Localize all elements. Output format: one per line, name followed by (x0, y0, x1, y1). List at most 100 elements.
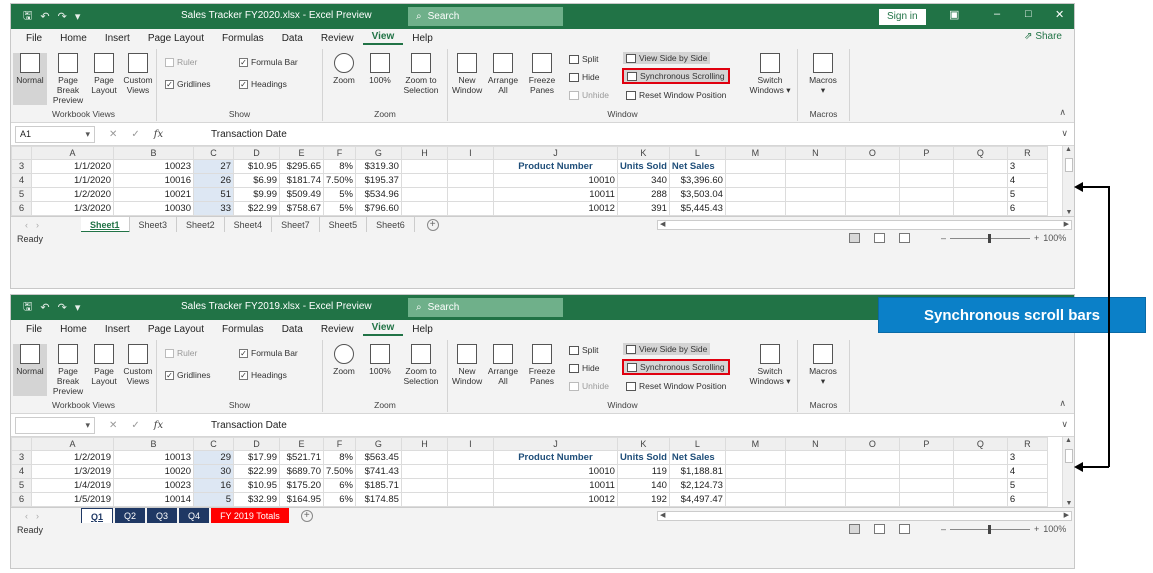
cell-c4[interactable]: 26 (193, 173, 234, 188)
cell-m3[interactable] (724, 450, 786, 465)
zoom-track[interactable] (950, 233, 1031, 243)
zoom-out-icon[interactable]: – (941, 524, 946, 534)
sheet-tab-sheet6[interactable]: Sheet6 (367, 216, 415, 233)
zoom-button[interactable]: Zoom (327, 53, 361, 85)
tab-file[interactable]: File (17, 324, 51, 335)
column-header-f[interactable]: F (323, 146, 356, 160)
cell-l4[interactable]: $3,396.60 (668, 173, 726, 188)
cell-c4[interactable]: 30 (193, 464, 234, 479)
tab-formulas[interactable]: Formulas (213, 324, 273, 335)
cell-e3[interactable]: $521.71 (279, 450, 324, 465)
tab-help[interactable]: Help (403, 33, 442, 44)
save-icon[interactable]: 🖫 (23, 298, 32, 317)
arrange-all-button[interactable]: Arrange All (486, 344, 520, 386)
zoom-knob[interactable] (988, 524, 992, 534)
zoom-knob[interactable] (988, 233, 992, 243)
column-header-j[interactable]: J (492, 437, 618, 451)
row-header[interactable]: 3 (11, 159, 32, 174)
formula-input[interactable]: Transaction Date (205, 129, 287, 140)
cell-j4[interactable]: 10010 (492, 173, 618, 188)
cell-h5[interactable] (400, 478, 448, 493)
cell-j3[interactable]: Product Number (492, 159, 618, 174)
cell-k3[interactable]: Units Sold (616, 450, 670, 465)
zoom-slider[interactable]: – + 100% (941, 233, 1066, 243)
cell-c3[interactable]: 29 (193, 450, 234, 465)
cell-e5[interactable]: $509.49 (279, 187, 324, 202)
formula-bar-checkbox[interactable]: ✓ Formula Bar (239, 348, 298, 358)
reset-window-position-button[interactable]: Reset Window Position (623, 89, 729, 101)
headings-checkbox[interactable]: ✓ Headings (239, 79, 287, 89)
cell-m6[interactable] (724, 201, 786, 216)
cell-q4[interactable] (952, 464, 1008, 479)
cell-a5[interactable]: 1/4/2019 (31, 478, 114, 493)
column-header-p[interactable]: P (898, 437, 954, 451)
gridlines-checkbox[interactable]: ✓ Gridlines (165, 370, 211, 380)
cell-i5[interactable] (446, 478, 494, 493)
cell-e6[interactable]: $758.67 (279, 201, 324, 216)
zoom-to-selection-button[interactable]: Zoom to Selection (399, 344, 443, 386)
cell-h3[interactable] (400, 159, 448, 174)
switch-windows-button[interactable]: Switch Windows ▾ (748, 53, 792, 95)
column-header-j[interactable]: J (492, 146, 618, 160)
vertical-scroll-thumb[interactable] (1065, 449, 1073, 463)
cell-r3[interactable]: 3 (1006, 450, 1048, 465)
cell-g6[interactable]: $174.85 (354, 492, 402, 507)
scroll-right-icon[interactable]: ▶ (1064, 511, 1069, 519)
column-header-c[interactable]: C (193, 146, 234, 160)
tab-help[interactable]: Help (403, 324, 442, 335)
sheet-nav-arrows[interactable]: ‹› (11, 220, 81, 230)
scroll-right-icon[interactable]: ▶ (1064, 220, 1069, 228)
formula-bar-checkbox[interactable]: ✓ Formula Bar (239, 57, 298, 67)
cell-c3[interactable]: 27 (193, 159, 234, 174)
cell-b6[interactable]: 10030 (113, 201, 194, 216)
column-header-r[interactable]: R (1006, 437, 1048, 451)
close-icon[interactable]: ✕ (1055, 8, 1064, 21)
save-icon[interactable]: 🖫 (23, 7, 32, 26)
cell-o3[interactable] (844, 450, 900, 465)
column-header-f[interactable]: F (323, 437, 356, 451)
cell-p6[interactable] (898, 492, 954, 507)
cell-c6[interactable]: 5 (193, 492, 234, 507)
cell-b5[interactable]: 10023 (113, 478, 194, 493)
select-all-corner[interactable] (11, 437, 32, 451)
column-header-k[interactable]: K (616, 437, 670, 451)
column-header-l[interactable]: L (668, 146, 726, 160)
cell-m5[interactable] (724, 187, 786, 202)
name-box-dropdown-icon[interactable]: ▾ (85, 127, 90, 142)
column-header-d[interactable]: D (233, 146, 280, 160)
cell-d3[interactable]: $17.99 (233, 450, 280, 465)
cell-o4[interactable] (844, 464, 900, 479)
page-break-preview-button[interactable]: Page Break Preview (49, 53, 87, 105)
cell-r5[interactable]: 5 (1006, 187, 1048, 202)
cell-k3[interactable]: Units Sold (616, 159, 670, 174)
sheet-tab-sheet7[interactable]: Sheet7 (272, 216, 320, 233)
column-header-e[interactable]: E (279, 146, 324, 160)
row-header[interactable]: 6 (11, 201, 32, 216)
page-break-shortcut-icon[interactable] (899, 233, 910, 243)
synchronous-scrolling-button[interactable]: Synchronous Scrolling (622, 359, 730, 375)
cell-f3[interactable]: 8% (323, 159, 356, 174)
cell-q3[interactable] (952, 450, 1008, 465)
column-header-r[interactable]: R (1006, 146, 1048, 160)
row-header[interactable]: 3 (11, 450, 32, 465)
unhide-button[interactable]: Unhide (566, 380, 612, 392)
macros-button[interactable]: Macros ▾ (804, 53, 842, 95)
enter-icon[interactable]: ✓ (131, 129, 139, 140)
cell-b3[interactable]: 10013 (113, 450, 194, 465)
cell-i6[interactable] (446, 492, 494, 507)
sheet-tab-q3[interactable]: Q3 (147, 507, 178, 524)
cell-b4[interactable]: 10020 (113, 464, 194, 479)
zoom-out-icon[interactable]: – (941, 233, 946, 243)
cell-f4[interactable]: 7.50% (323, 173, 356, 188)
cell-d6[interactable]: $32.99 (233, 492, 280, 507)
cell-d4[interactable]: $6.99 (233, 173, 280, 188)
collapse-ribbon-icon[interactable]: ∧ (1059, 107, 1066, 118)
cell-i3[interactable] (446, 159, 494, 174)
cell-j5[interactable]: 10011 (492, 187, 618, 202)
cell-f5[interactable]: 6% (323, 478, 356, 493)
cell-e4[interactable]: $181.74 (279, 173, 324, 188)
cell-n5[interactable] (784, 187, 846, 202)
cell-l5[interactable]: $2,124.73 (668, 478, 726, 493)
cell-a4[interactable]: 1/1/2020 (31, 173, 114, 188)
collapse-ribbon-icon[interactable]: ∧ (1059, 398, 1066, 409)
